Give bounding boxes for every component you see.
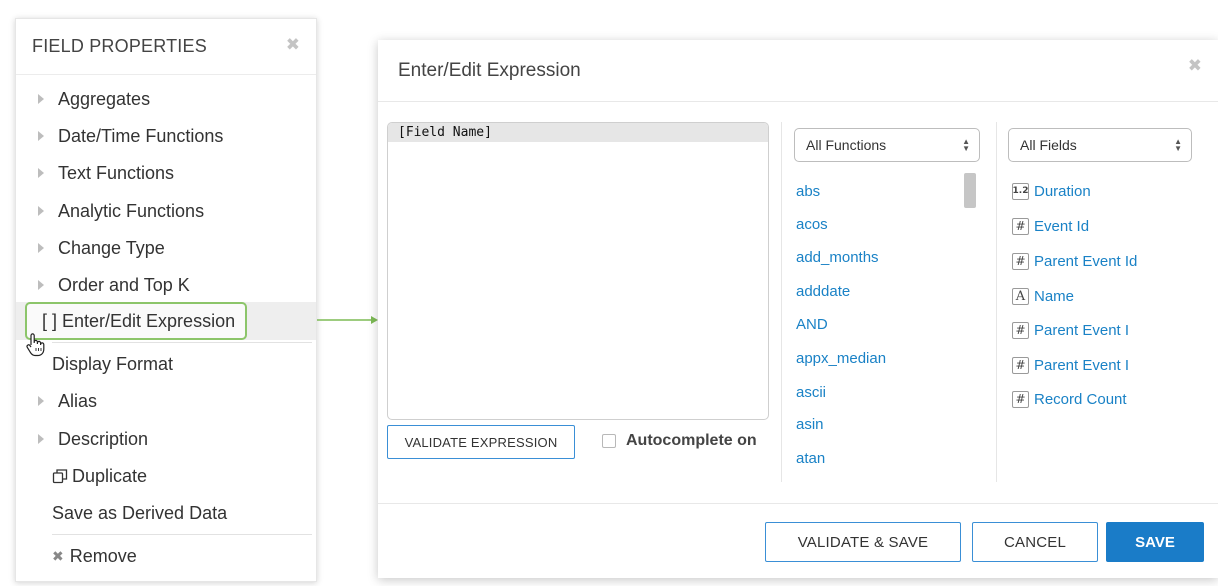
menu-item-alias[interactable]: Alias (16, 384, 316, 418)
menu-item-change-type[interactable]: Change Type (16, 231, 316, 265)
menu-item-order-and-top-k[interactable]: Order and Top K (16, 268, 316, 302)
menu-item-label: Date/Time Functions (58, 125, 224, 146)
menu-item-analytic-functions[interactable]: Analytic Functions (16, 194, 316, 228)
menu-item-label: Save as Derived Data (52, 502, 228, 523)
function-item[interactable]: atan (796, 450, 825, 467)
divider (52, 534, 312, 535)
menu-item-enter-edit-expression[interactable]: [ ] Enter/Edit Expression (16, 302, 316, 340)
menu-item-aggregates[interactable]: Aggregates (16, 82, 316, 116)
dialog-header: Enter/Edit Expression ✖ (378, 40, 1218, 102)
function-item[interactable]: adddate (796, 283, 850, 300)
expand-arrow-icon (38, 168, 44, 178)
menu-item-display-format[interactable]: Display Format (16, 347, 316, 381)
field-label: Parent Event I (1034, 356, 1130, 374)
integer-type-icon: # (1012, 217, 1029, 235)
menu-item-date-time-functions[interactable]: Date/Time Functions (16, 119, 316, 153)
expression-text: [Field Name] (388, 123, 768, 142)
function-item[interactable]: AND (796, 316, 828, 333)
field-properties-title: FIELD PROPERTIES (32, 36, 207, 56)
cancel-button[interactable]: CANCEL (972, 522, 1098, 562)
function-item[interactable]: ascii (796, 384, 826, 401)
field-label: Parent Event Id (1034, 252, 1138, 270)
menu-item-label: [ ] Enter/Edit Expression (42, 310, 236, 331)
menu-item-label: Description (58, 428, 149, 449)
integer-type-icon: # (1012, 390, 1029, 408)
field-item-duration[interactable]: 1.2 Duration (1012, 182, 1091, 200)
duplicate-icon (52, 468, 68, 484)
field-item-event-id[interactable]: # Event Id (1012, 217, 1089, 235)
menu-item-label: Change Type (58, 237, 165, 258)
menu-item-save-as-derived-data[interactable]: Save as Derived Data (16, 496, 316, 530)
menu-item-label: Display Format (52, 353, 174, 374)
close-icon[interactable]: ✖ (286, 35, 300, 55)
functions-select[interactable]: All Functions ▲ ▼ (794, 128, 980, 162)
autocomplete-label: Autocomplete on (626, 432, 757, 449)
menu-item-description[interactable]: Description (16, 422, 316, 456)
menu-item-label: Analytic Functions (58, 200, 205, 221)
autocomplete-toggle[interactable]: Autocomplete on (602, 432, 757, 450)
expand-arrow-icon (38, 434, 44, 444)
field-label: Parent Event I (1034, 321, 1130, 339)
field-properties-header: FIELD PROPERTIES ✖ (16, 19, 316, 75)
expression-dialog: Enter/Edit Expression ✖ [Field Name] VAL… (378, 40, 1218, 578)
connector-arrow (317, 316, 378, 324)
divider (52, 342, 312, 343)
dialog-title: Enter/Edit Expression (398, 60, 581, 81)
integer-type-icon: # (1012, 321, 1029, 339)
close-icon[interactable]: ✖ (1188, 56, 1202, 76)
menu-item-label: Order and Top K (58, 274, 190, 295)
dialog-footer-divider (378, 503, 1218, 504)
highlight-box: [ ] Enter/Edit Expression (25, 302, 248, 340)
menu-item-label: Alias (58, 390, 98, 411)
expand-arrow-icon (38, 94, 44, 104)
validate-and-save-button[interactable]: VALIDATE & SAVE (765, 522, 961, 562)
field-properties-panel: FIELD PROPERTIES ✖ Aggregates Date/Time … (15, 18, 317, 582)
function-item[interactable]: appx_median (796, 350, 886, 367)
expand-arrow-icon (38, 280, 44, 290)
field-label: Duration (1034, 182, 1091, 200)
field-item-parent-event-id[interactable]: # Parent Event Id (1012, 252, 1137, 270)
validate-expression-button[interactable]: VALIDATE EXPRESSION (387, 425, 575, 459)
remove-icon: ✖ (52, 547, 64, 564)
field-label: Event Id (1034, 217, 1090, 235)
fields-select-value: All Fields (1020, 137, 1077, 153)
field-item-record-count[interactable]: # Record Count (1012, 390, 1127, 408)
select-caret-icon: ▲ ▼ (962, 137, 970, 153)
expand-arrow-icon (38, 396, 44, 406)
save-button[interactable]: SAVE (1106, 522, 1204, 562)
integer-type-icon: # (1012, 356, 1029, 374)
string-type-icon: A (1012, 287, 1029, 305)
select-caret-icon: ▲ ▼ (1174, 137, 1182, 153)
function-item[interactable]: abs (796, 183, 820, 200)
field-label: Name (1034, 287, 1075, 305)
expand-arrow-icon (38, 206, 44, 216)
numeric-type-icon: 1.2 (1012, 182, 1029, 200)
field-label: Record Count (1034, 390, 1127, 408)
menu-item-duplicate[interactable]: Duplicate (16, 459, 316, 493)
menu-item-text-functions[interactable]: Text Functions (16, 156, 316, 190)
function-list-scrollbar[interactable] (964, 173, 976, 208)
field-item-name[interactable]: A Name (1012, 287, 1074, 305)
menu-item-label: Text Functions (58, 162, 175, 183)
expand-arrow-icon (38, 243, 44, 253)
field-item-parent-event-2[interactable]: # Parent Event I (1012, 356, 1129, 374)
functions-select-value: All Functions (806, 137, 887, 153)
autocomplete-checkbox[interactable] (602, 434, 616, 448)
function-item[interactable]: asin (796, 416, 824, 433)
integer-type-icon: # (1012, 252, 1029, 270)
menu-item-label: Aggregates (58, 88, 151, 109)
expand-arrow-icon (38, 131, 44, 141)
expression-editor[interactable]: [Field Name] (387, 122, 769, 420)
field-item-parent-event-1[interactable]: # Parent Event I (1012, 321, 1129, 339)
menu-item-label: Remove (69, 545, 137, 566)
menu-item-label: Duplicate (72, 465, 148, 486)
fields-select[interactable]: All Fields ▲ ▼ (1008, 128, 1192, 162)
function-item[interactable]: add_months (796, 249, 879, 266)
function-item[interactable]: acos (796, 216, 828, 233)
hand-cursor-icon (26, 333, 45, 357)
column-separator (781, 122, 782, 482)
menu-item-remove[interactable]: ✖ Remove (16, 539, 316, 573)
column-separator (996, 122, 997, 482)
